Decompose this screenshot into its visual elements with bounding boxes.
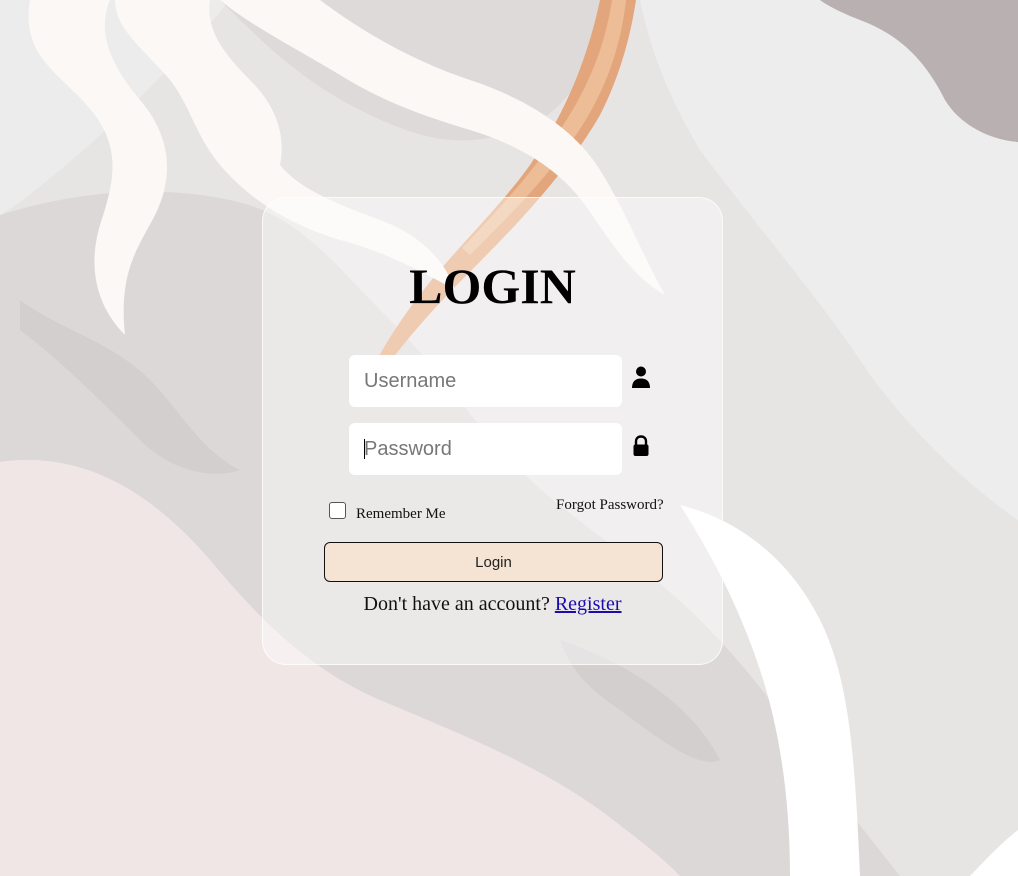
username-input[interactable] — [349, 355, 622, 407]
login-card: LOGIN Remember Me Forgot Password? Login… — [262, 197, 723, 665]
password-input[interactable] — [349, 423, 622, 475]
register-prompt: Don't have an account? Register — [263, 593, 722, 616]
login-button[interactable]: Login — [324, 542, 663, 582]
user-icon — [630, 365, 652, 389]
remember-me-label: Remember Me — [356, 506, 446, 522]
text-cursor — [364, 439, 365, 459]
remember-me-checkbox[interactable] — [329, 502, 346, 519]
lock-icon — [630, 434, 652, 458]
remember-me-group: Remember Me — [329, 502, 446, 522]
forgot-password-link[interactable]: Forgot Password? — [556, 497, 664, 514]
register-prompt-text: Don't have an account? — [363, 593, 550, 615]
register-link[interactable]: Register — [555, 593, 622, 615]
login-title: LOGIN — [409, 258, 576, 314]
